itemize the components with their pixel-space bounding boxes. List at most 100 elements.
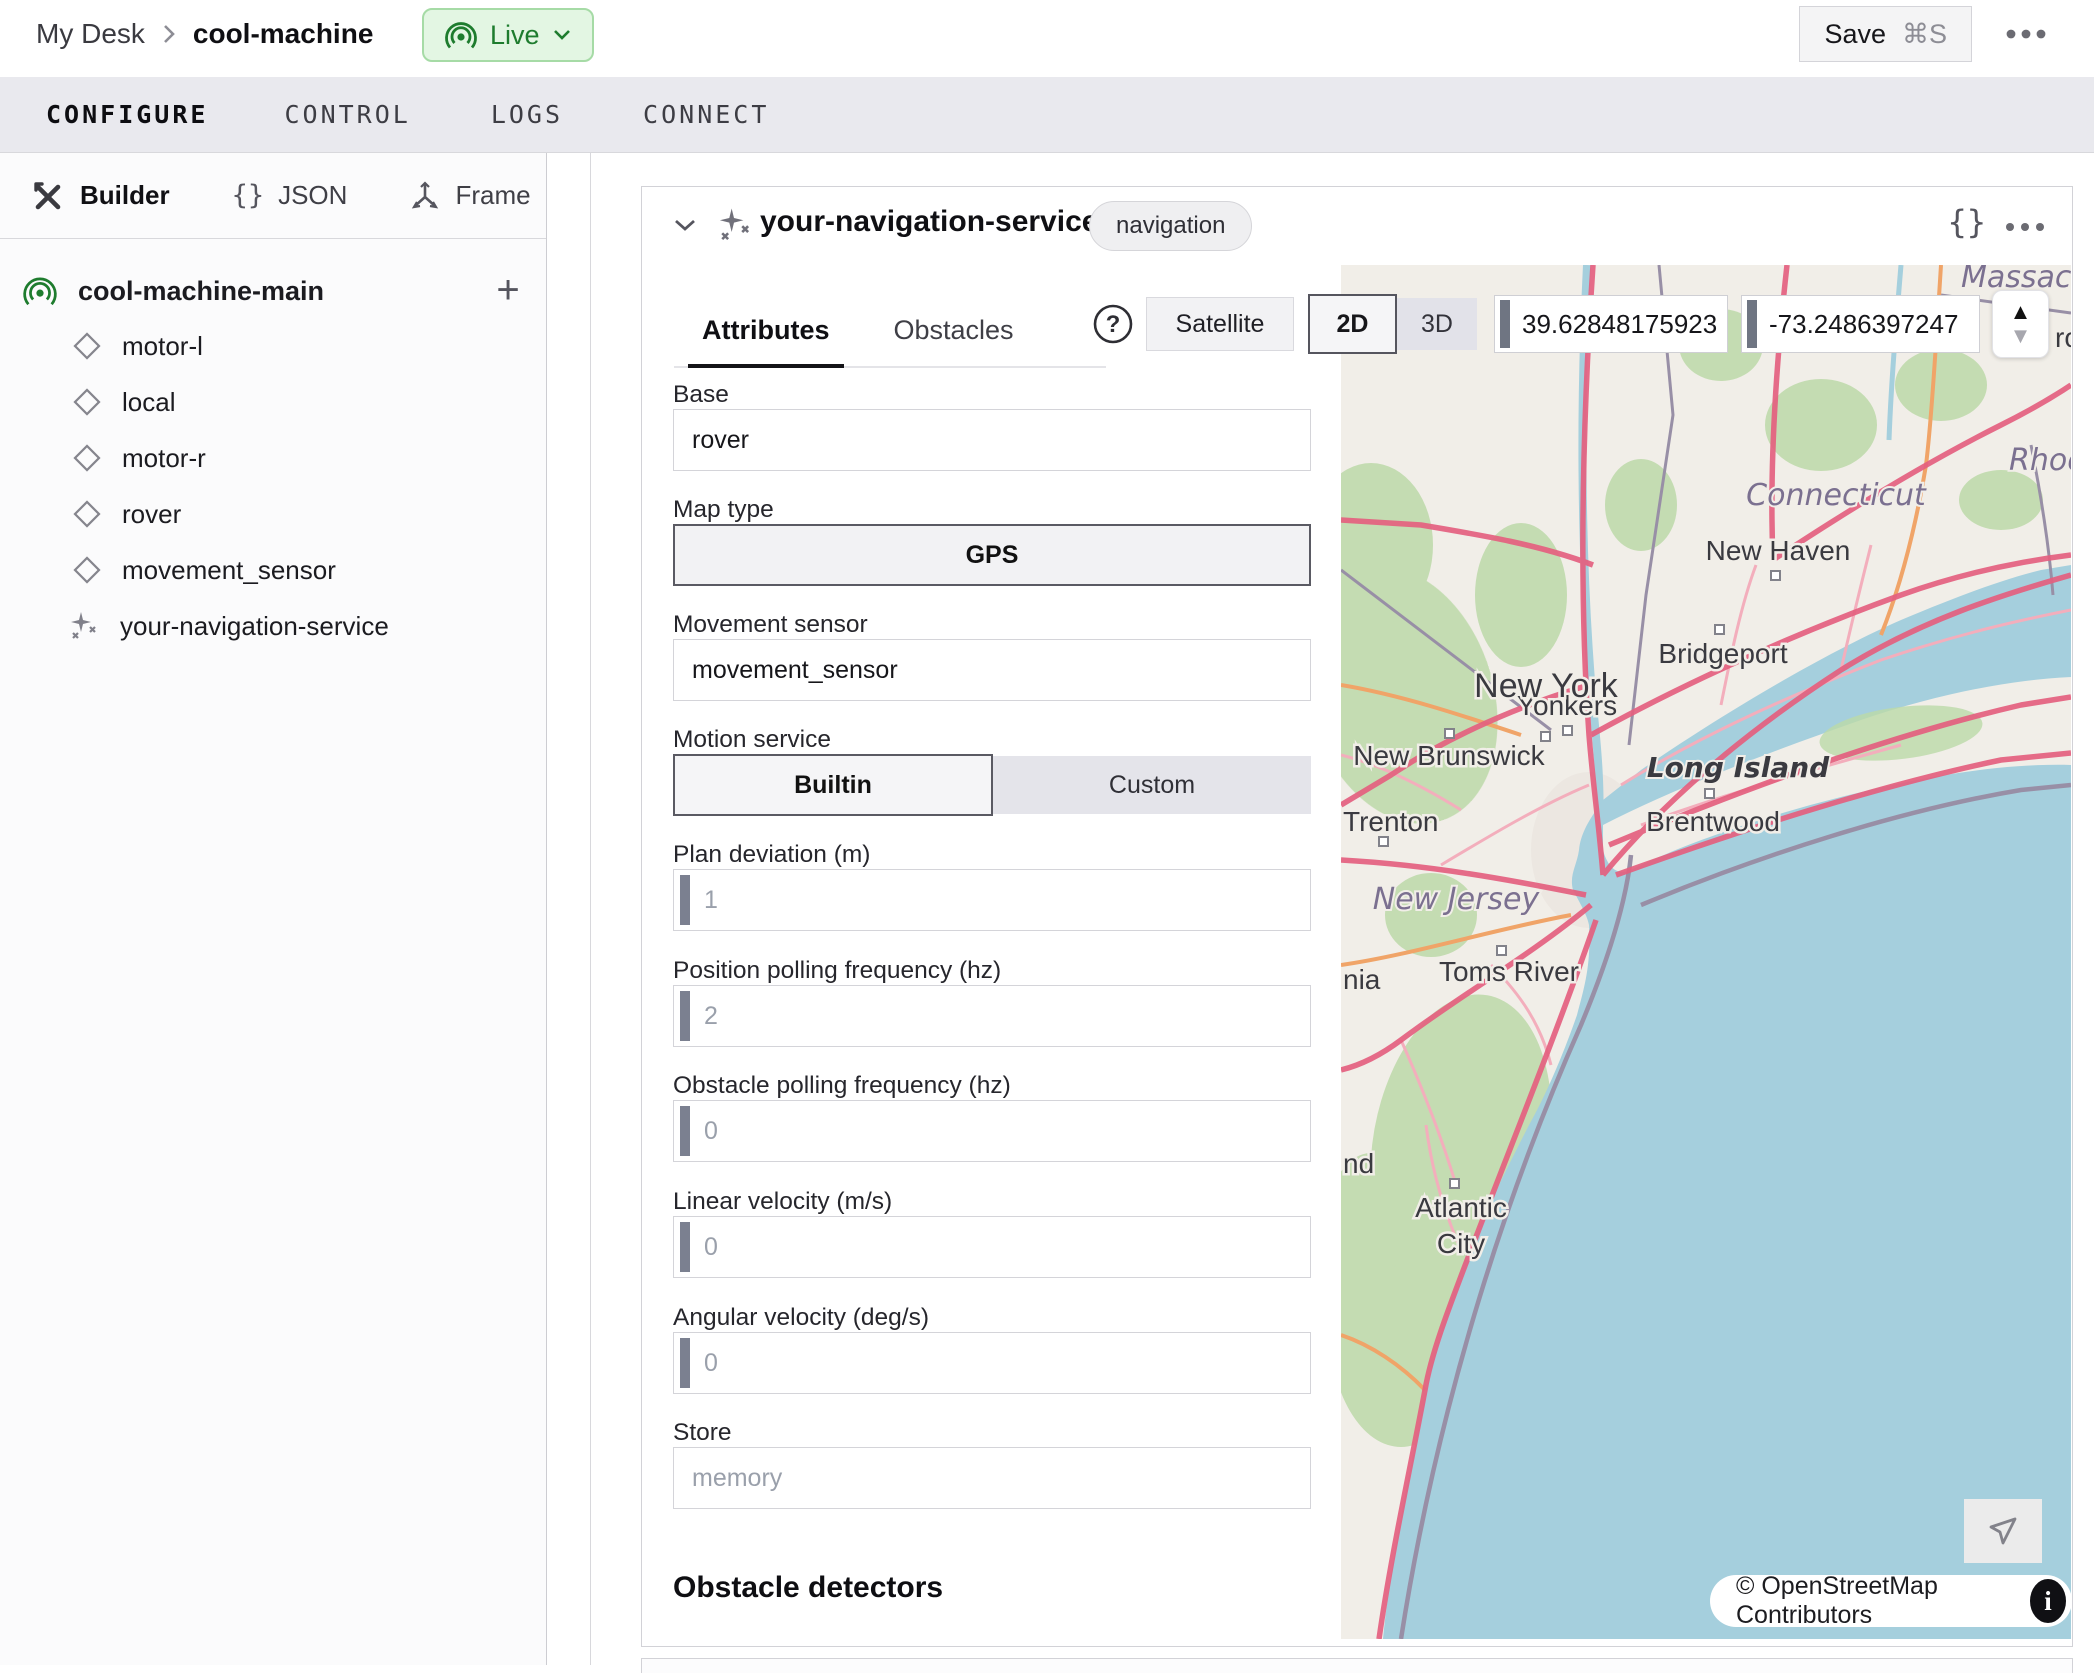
motion-service-toggle: Builtin Custom xyxy=(673,754,1311,816)
save-button[interactable]: Save ⌘S xyxy=(1799,6,1972,62)
map-label-maryland-fragment: nd xyxy=(1343,1148,1374,1179)
tree-item-rover[interactable]: rover xyxy=(72,486,181,542)
breadcrumb-chevron-icon xyxy=(161,21,177,47)
card-title: your-navigation-service xyxy=(760,205,1098,239)
locate-me-button[interactable] xyxy=(1964,1499,2042,1563)
store-input[interactable] xyxy=(674,1464,1310,1493)
chevron-down-icon xyxy=(552,28,572,42)
latitude-field xyxy=(1494,295,1728,353)
angular-velocity-label: Angular velocity (deg/s) xyxy=(673,1304,929,1332)
movement-sensor-input[interactable] xyxy=(674,656,1310,685)
tree-item-label: your-navigation-service xyxy=(120,611,389,642)
obstacle-detectors-heading: Obstacle detectors xyxy=(673,1571,943,1605)
field-accent-bar xyxy=(680,991,690,1041)
breadcrumb-root[interactable]: My Desk xyxy=(36,18,145,50)
breadcrumb: My Desk cool-machine xyxy=(36,18,373,50)
tree-item-motor-l[interactable]: motor-l xyxy=(72,318,203,374)
step-down-icon[interactable]: ▼ xyxy=(2010,325,2032,347)
map-label-connecticut: Connecticut xyxy=(1746,478,1927,513)
movement-sensor-field xyxy=(673,639,1311,701)
tab-attributes[interactable]: Attributes xyxy=(702,299,830,366)
machine-part-icon xyxy=(22,273,58,309)
navigation-arrow-icon xyxy=(1983,1511,2023,1551)
map-attribution: © OpenStreetMap Contributors i xyxy=(1710,1575,2072,1627)
map-label-atlantic: Atlantic xyxy=(1415,1192,1507,1223)
osm-map-canvas: Massachu Rhod Connecticut New Haven Brid… xyxy=(1341,265,2071,1639)
obstacle-polling-label: Obstacle polling frequency (hz) xyxy=(673,1072,1011,1100)
service-type-badge: navigation xyxy=(1089,201,1252,251)
tree-item-label: motor-r xyxy=(122,443,206,474)
card-header: your-navigation-service navigation {} xyxy=(642,187,2072,266)
frame-axes-icon xyxy=(409,180,441,212)
tab-obstacles[interactable]: Obstacles xyxy=(894,299,1014,366)
tab-configure[interactable]: CONFIGURE xyxy=(36,100,218,129)
coordinate-stepper[interactable]: ▲ ▼ xyxy=(1992,290,2049,358)
info-icon[interactable]: i xyxy=(2030,1579,2066,1623)
component-diamond-icon xyxy=(72,443,102,473)
linear-velocity-input[interactable] xyxy=(690,1233,1310,1262)
page-tab-bar: CONFIGURE CONTROL LOGS CONNECT xyxy=(0,77,2094,153)
angular-velocity-input[interactable] xyxy=(690,1349,1310,1378)
longitude-input[interactable] xyxy=(1769,309,1979,340)
map-label-rhode-island: Rhod xyxy=(2009,443,2071,478)
save-label: Save xyxy=(1824,19,1886,50)
next-card-edge xyxy=(641,1658,2073,1673)
motion-service-builtin-button[interactable]: Builtin xyxy=(673,754,993,816)
live-status-dropdown[interactable]: Live xyxy=(422,8,594,62)
step-up-icon[interactable]: ▲ xyxy=(2010,301,2032,323)
collapse-chevron-icon[interactable] xyxy=(672,217,698,233)
field-accent-bar xyxy=(680,875,690,925)
tree-item-local[interactable]: local xyxy=(72,374,175,430)
map-2d-button[interactable]: 2D xyxy=(1308,294,1397,354)
tree-item-machine-part[interactable]: cool-machine-main xyxy=(22,263,324,319)
base-label: Base xyxy=(673,381,729,409)
position-polling-input[interactable] xyxy=(690,1002,1310,1031)
map-label-new-jersey: New Jersey xyxy=(1373,882,1541,917)
map-type-gps-button[interactable]: GPS xyxy=(673,524,1311,586)
tree-item-movement-sensor[interactable]: movement_sensor xyxy=(72,542,336,598)
add-component-button[interactable]: + xyxy=(486,265,530,315)
tab-control[interactable]: CONTROL xyxy=(274,100,420,129)
mode-json[interactable]: {} JSON xyxy=(232,180,348,211)
position-polling-label: Position polling frequency (hz) xyxy=(673,957,1001,985)
obstacle-polling-input[interactable] xyxy=(690,1117,1310,1146)
navigation-service-card: your-navigation-service navigation {} xyxy=(641,186,2073,1647)
component-diamond-icon xyxy=(72,331,102,361)
mode-frame[interactable]: Frame xyxy=(409,180,530,212)
map-label-pennsylvania-fragment: nia xyxy=(1343,964,1381,995)
content-area: Builder {} JSON Frame cool-machine-mai xyxy=(0,153,2094,1665)
broadcast-icon xyxy=(444,18,478,52)
base-input[interactable] xyxy=(674,426,1310,455)
map-label-brentwood: Brentwood xyxy=(1646,806,1780,837)
map-label-new-haven: New Haven xyxy=(1706,535,1851,566)
motion-service-custom-button[interactable]: Custom xyxy=(993,756,1311,814)
component-diamond-icon xyxy=(72,555,102,585)
longitude-field xyxy=(1741,295,1980,353)
motion-service-label: Motion service xyxy=(673,726,831,754)
field-accent-bar xyxy=(680,1222,690,1272)
linear-velocity-label: Linear velocity (m/s) xyxy=(673,1188,892,1216)
navigation-map[interactable]: Massachu Rhod Connecticut New Haven Brid… xyxy=(1341,265,2071,1639)
tree-item-label: movement_sensor xyxy=(122,555,336,586)
attribution-text[interactable]: © OpenStreetMap Contributors xyxy=(1736,1572,2018,1630)
map-3d-button[interactable]: 3D xyxy=(1397,298,1477,350)
movement-sensor-label: Movement sensor xyxy=(673,611,868,639)
latitude-input[interactable] xyxy=(1522,309,1727,340)
tree-item-navigation-service[interactable]: your-navigation-service xyxy=(66,598,389,654)
satellite-toggle-button[interactable]: Satellite xyxy=(1146,297,1294,351)
mode-builder[interactable]: Builder xyxy=(32,179,170,213)
component-diamond-icon xyxy=(72,387,102,417)
json-view-button[interactable]: {} xyxy=(1947,203,1986,241)
plan-deviation-field xyxy=(673,869,1311,931)
card-menu-button[interactable] xyxy=(2000,211,2050,243)
store-field xyxy=(673,1447,1311,1509)
panel-divider xyxy=(590,153,591,1665)
tab-connect[interactable]: CONNECT xyxy=(633,100,779,129)
plan-deviation-input[interactable] xyxy=(690,886,1310,915)
field-accent-bar xyxy=(1500,300,1510,348)
tree-item-motor-r[interactable]: motor-r xyxy=(72,430,206,486)
help-button[interactable]: ? xyxy=(1092,303,1134,345)
overflow-menu-button[interactable] xyxy=(2000,18,2052,50)
save-shortcut: ⌘S xyxy=(1902,19,1947,50)
tab-logs[interactable]: LOGS xyxy=(481,100,573,129)
